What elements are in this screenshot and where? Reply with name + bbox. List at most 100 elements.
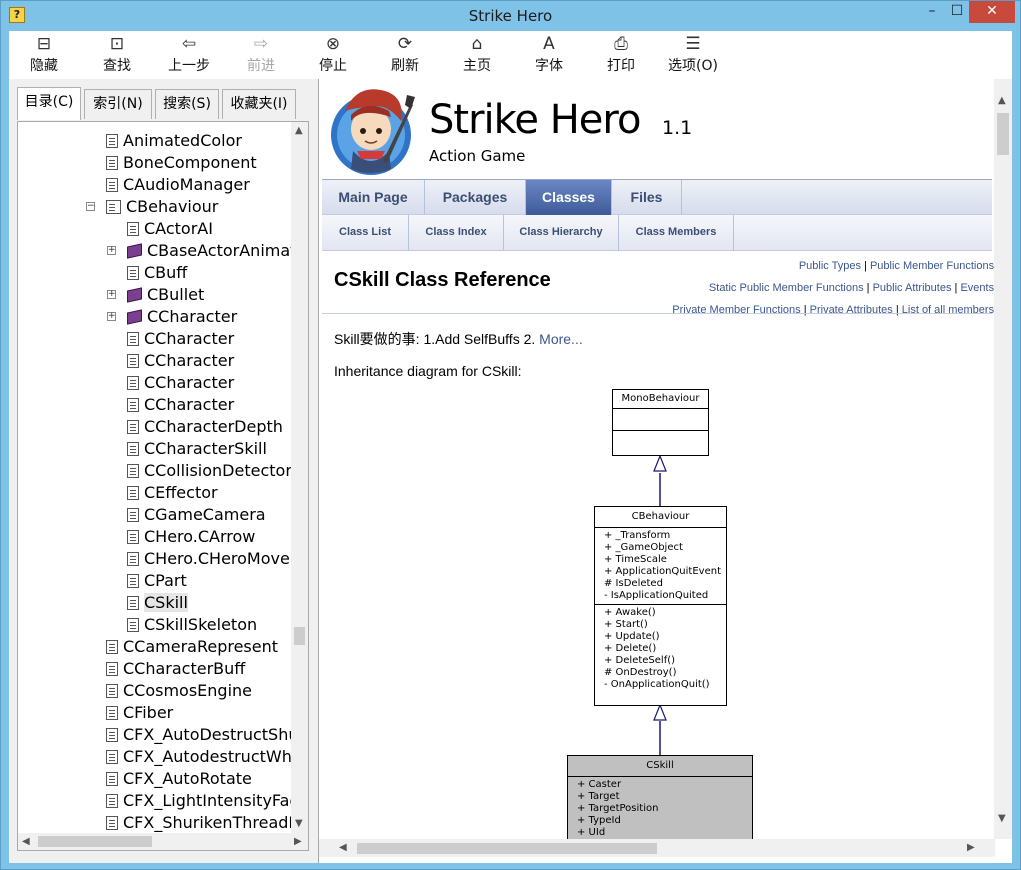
- tree-item[interactable]: + CBaseActorAnimato: [107, 240, 306, 262]
- page-icon: [106, 728, 118, 742]
- tree-item[interactable]: − CBehaviour: [86, 196, 218, 218]
- tree-item[interactable]: CCharacterBuff: [106, 658, 245, 680]
- uml-member: + Update(): [604, 631, 660, 642]
- page-icon: [127, 464, 139, 478]
- hide-button[interactable]: ⊟ 隐藏: [14, 33, 74, 77]
- page-icon: [127, 420, 139, 434]
- tree-item[interactable]: CCharacterDepth: [127, 416, 283, 438]
- uml-class-cbehaviour[interactable]: CBehaviour + _Transform + _GameObject + Ti…: [594, 506, 727, 706]
- tree-item[interactable]: CCharacter: [127, 394, 234, 416]
- locate-button[interactable]: ⊡ 查找: [87, 33, 147, 77]
- tree-item[interactable]: CCosmosEngine: [106, 680, 252, 702]
- page-icon: [127, 442, 139, 456]
- topic-vertical-scroll-thumb[interactable]: [997, 113, 1009, 155]
- tree-item[interactable]: CFX_AutoDestructShu: [106, 724, 298, 746]
- tree-item[interactable]: CSkillSkeleton: [127, 614, 257, 636]
- tree-item[interactable]: CHero.CHeroMove: [127, 548, 290, 570]
- tree-vertical-scroll-thumb[interactable]: [294, 627, 305, 645]
- tree-item-label: CActorAI: [144, 219, 213, 238]
- printer-icon: ⎙: [614, 34, 628, 54]
- uml-member: + TypeId: [577, 815, 621, 826]
- tree-item[interactable]: CActorAI: [127, 218, 213, 240]
- tree-vertical-scrollbar[interactable]: ▲ ▼: [291, 122, 308, 833]
- scroll-down-arrow-icon[interactable]: ▼: [295, 818, 303, 829]
- page-icon: [127, 376, 139, 390]
- tree-item[interactable]: CSkill: [127, 592, 188, 614]
- minimize-button[interactable]: –: [919, 1, 945, 23]
- scroll-up-arrow-icon[interactable]: ▲: [295, 125, 303, 136]
- tree-item-label: CSkill: [144, 593, 188, 612]
- hide-pane-icon: ⊟: [36, 34, 52, 54]
- tree-item[interactable]: CCameraRepresent: [106, 636, 278, 658]
- tab-search[interactable]: 搜索(S): [155, 89, 219, 119]
- collapse-icon[interactable]: −: [86, 202, 95, 211]
- tab-favorites[interactable]: 收藏夹(I): [222, 89, 296, 119]
- tree-item[interactable]: CGameCamera: [127, 504, 266, 526]
- tab-index[interactable]: 索引(N): [84, 89, 152, 119]
- back-button[interactable]: ⇦ 上一步: [159, 33, 219, 77]
- maximize-button[interactable]: ☐: [945, 1, 969, 23]
- refresh-button[interactable]: ⟳ 刷新: [375, 33, 435, 77]
- tab-contents[interactable]: 目录(C): [17, 87, 81, 120]
- tree-item[interactable]: BoneComponent: [106, 152, 257, 174]
- tree-item[interactable]: AnimatedColor: [106, 130, 242, 152]
- tree-item[interactable]: CEffector: [127, 482, 218, 504]
- tree-item[interactable]: CBuff: [127, 262, 187, 284]
- tree-item[interactable]: CHero.CArrow: [127, 526, 255, 548]
- print-button[interactable]: ⎙ 打印: [591, 33, 651, 77]
- book-icon: [127, 309, 142, 325]
- forward-button[interactable]: ⇨ 前进: [231, 33, 291, 77]
- tree-item[interactable]: CFX_ShurikenThreadFi: [106, 812, 301, 834]
- uml-class-monobehaviour[interactable]: MonoBehaviour: [612, 389, 709, 456]
- uml-member: + TargetPosition: [577, 803, 659, 814]
- content-area: 目录(C) 索引(N) 搜索(S) 收藏夹(I) AnimatedColor BoneC…: [9, 79, 1012, 863]
- scroll-right-arrow-icon[interactable]: ▶: [967, 842, 975, 853]
- tree-horizontal-scrollbar[interactable]: ◀ ▶: [18, 833, 308, 850]
- tree-item[interactable]: CPart: [127, 570, 187, 592]
- options-button[interactable]: ☰ 选项(O): [663, 33, 723, 77]
- tree-item[interactable]: CAudioManager: [106, 174, 250, 196]
- scroll-left-arrow-icon[interactable]: ◀: [339, 842, 347, 853]
- tree-item[interactable]: CCharacter: [127, 350, 234, 372]
- toolbar: ⊟ 隐藏 ⊡ 查找 ⇦ 上一步 ⇨ 前进 ⊗ 停止 ⟳ 刷新 ⌂ 主页 A 字体 ⎙ 打印 ☰ 选项(O): [9, 31, 1012, 79]
- page-icon: [106, 662, 118, 676]
- scroll-up-arrow-icon[interactable]: ▲: [998, 95, 1006, 106]
- contents-tree[interactable]: AnimatedColor BoneComponent CAudioManager −…: [17, 121, 309, 851]
- tree-item[interactable]: CFX_LightIntensityFad: [106, 790, 300, 812]
- tree-item[interactable]: + CCharacter: [107, 306, 237, 328]
- tree-item[interactable]: CFX_AutoRotate: [106, 768, 252, 790]
- uml-member: # IsDeleted: [604, 578, 663, 589]
- scroll-right-arrow-icon[interactable]: ▶: [294, 836, 302, 847]
- navigation-pane: 目录(C) 索引(N) 搜索(S) 收藏夹(I) AnimatedColor BoneC…: [9, 79, 312, 863]
- scroll-left-arrow-icon[interactable]: ◀: [22, 836, 30, 847]
- tree-item[interactable]: CCollisionDetector: [127, 460, 292, 482]
- topic-horizontal-scroll-thumb[interactable]: [357, 843, 657, 854]
- tree-item[interactable]: CCharacter: [127, 328, 234, 350]
- font-label: 字体: [535, 58, 563, 74]
- title-bar[interactable]: ? Strike Hero – ☐ ✕: [1, 1, 1020, 31]
- tree-item-label: CCharacterDepth: [144, 417, 283, 436]
- uml-member: - IsApplicationQuited: [604, 590, 709, 601]
- page-icon: [127, 552, 139, 566]
- tree-item-label: CFX_AutoRotate: [123, 769, 252, 788]
- topic-vertical-scrollbar[interactable]: ▲ ▼: [994, 79, 1012, 839]
- scroll-down-arrow-icon[interactable]: ▼: [998, 813, 1006, 824]
- uml-member: + Start(): [604, 619, 648, 630]
- expand-icon[interactable]: +: [107, 290, 116, 299]
- tree-item[interactable]: + CBullet: [107, 284, 204, 306]
- tree-horizontal-scroll-thumb[interactable]: [38, 836, 152, 847]
- topic-horizontal-scrollbar[interactable]: ◀ ▶: [319, 839, 995, 857]
- expand-icon[interactable]: +: [107, 246, 116, 255]
- tree-item[interactable]: CFiber: [106, 702, 173, 724]
- tree-item[interactable]: CCharacter: [127, 372, 234, 394]
- tree-item-label: CCollisionDetector: [144, 461, 292, 480]
- page-icon: [127, 596, 139, 610]
- tree-item-label: CCharacterSkill: [144, 439, 267, 458]
- font-button[interactable]: A 字体: [519, 33, 579, 77]
- stop-button[interactable]: ⊗ 停止: [303, 33, 363, 77]
- home-button[interactable]: ⌂ 主页: [447, 33, 507, 77]
- expand-icon[interactable]: +: [107, 312, 116, 321]
- tree-item[interactable]: CCharacterSkill: [127, 438, 267, 460]
- close-button[interactable]: ✕: [969, 1, 1015, 23]
- tree-item[interactable]: CFX_AutodestructWhe: [106, 746, 302, 768]
